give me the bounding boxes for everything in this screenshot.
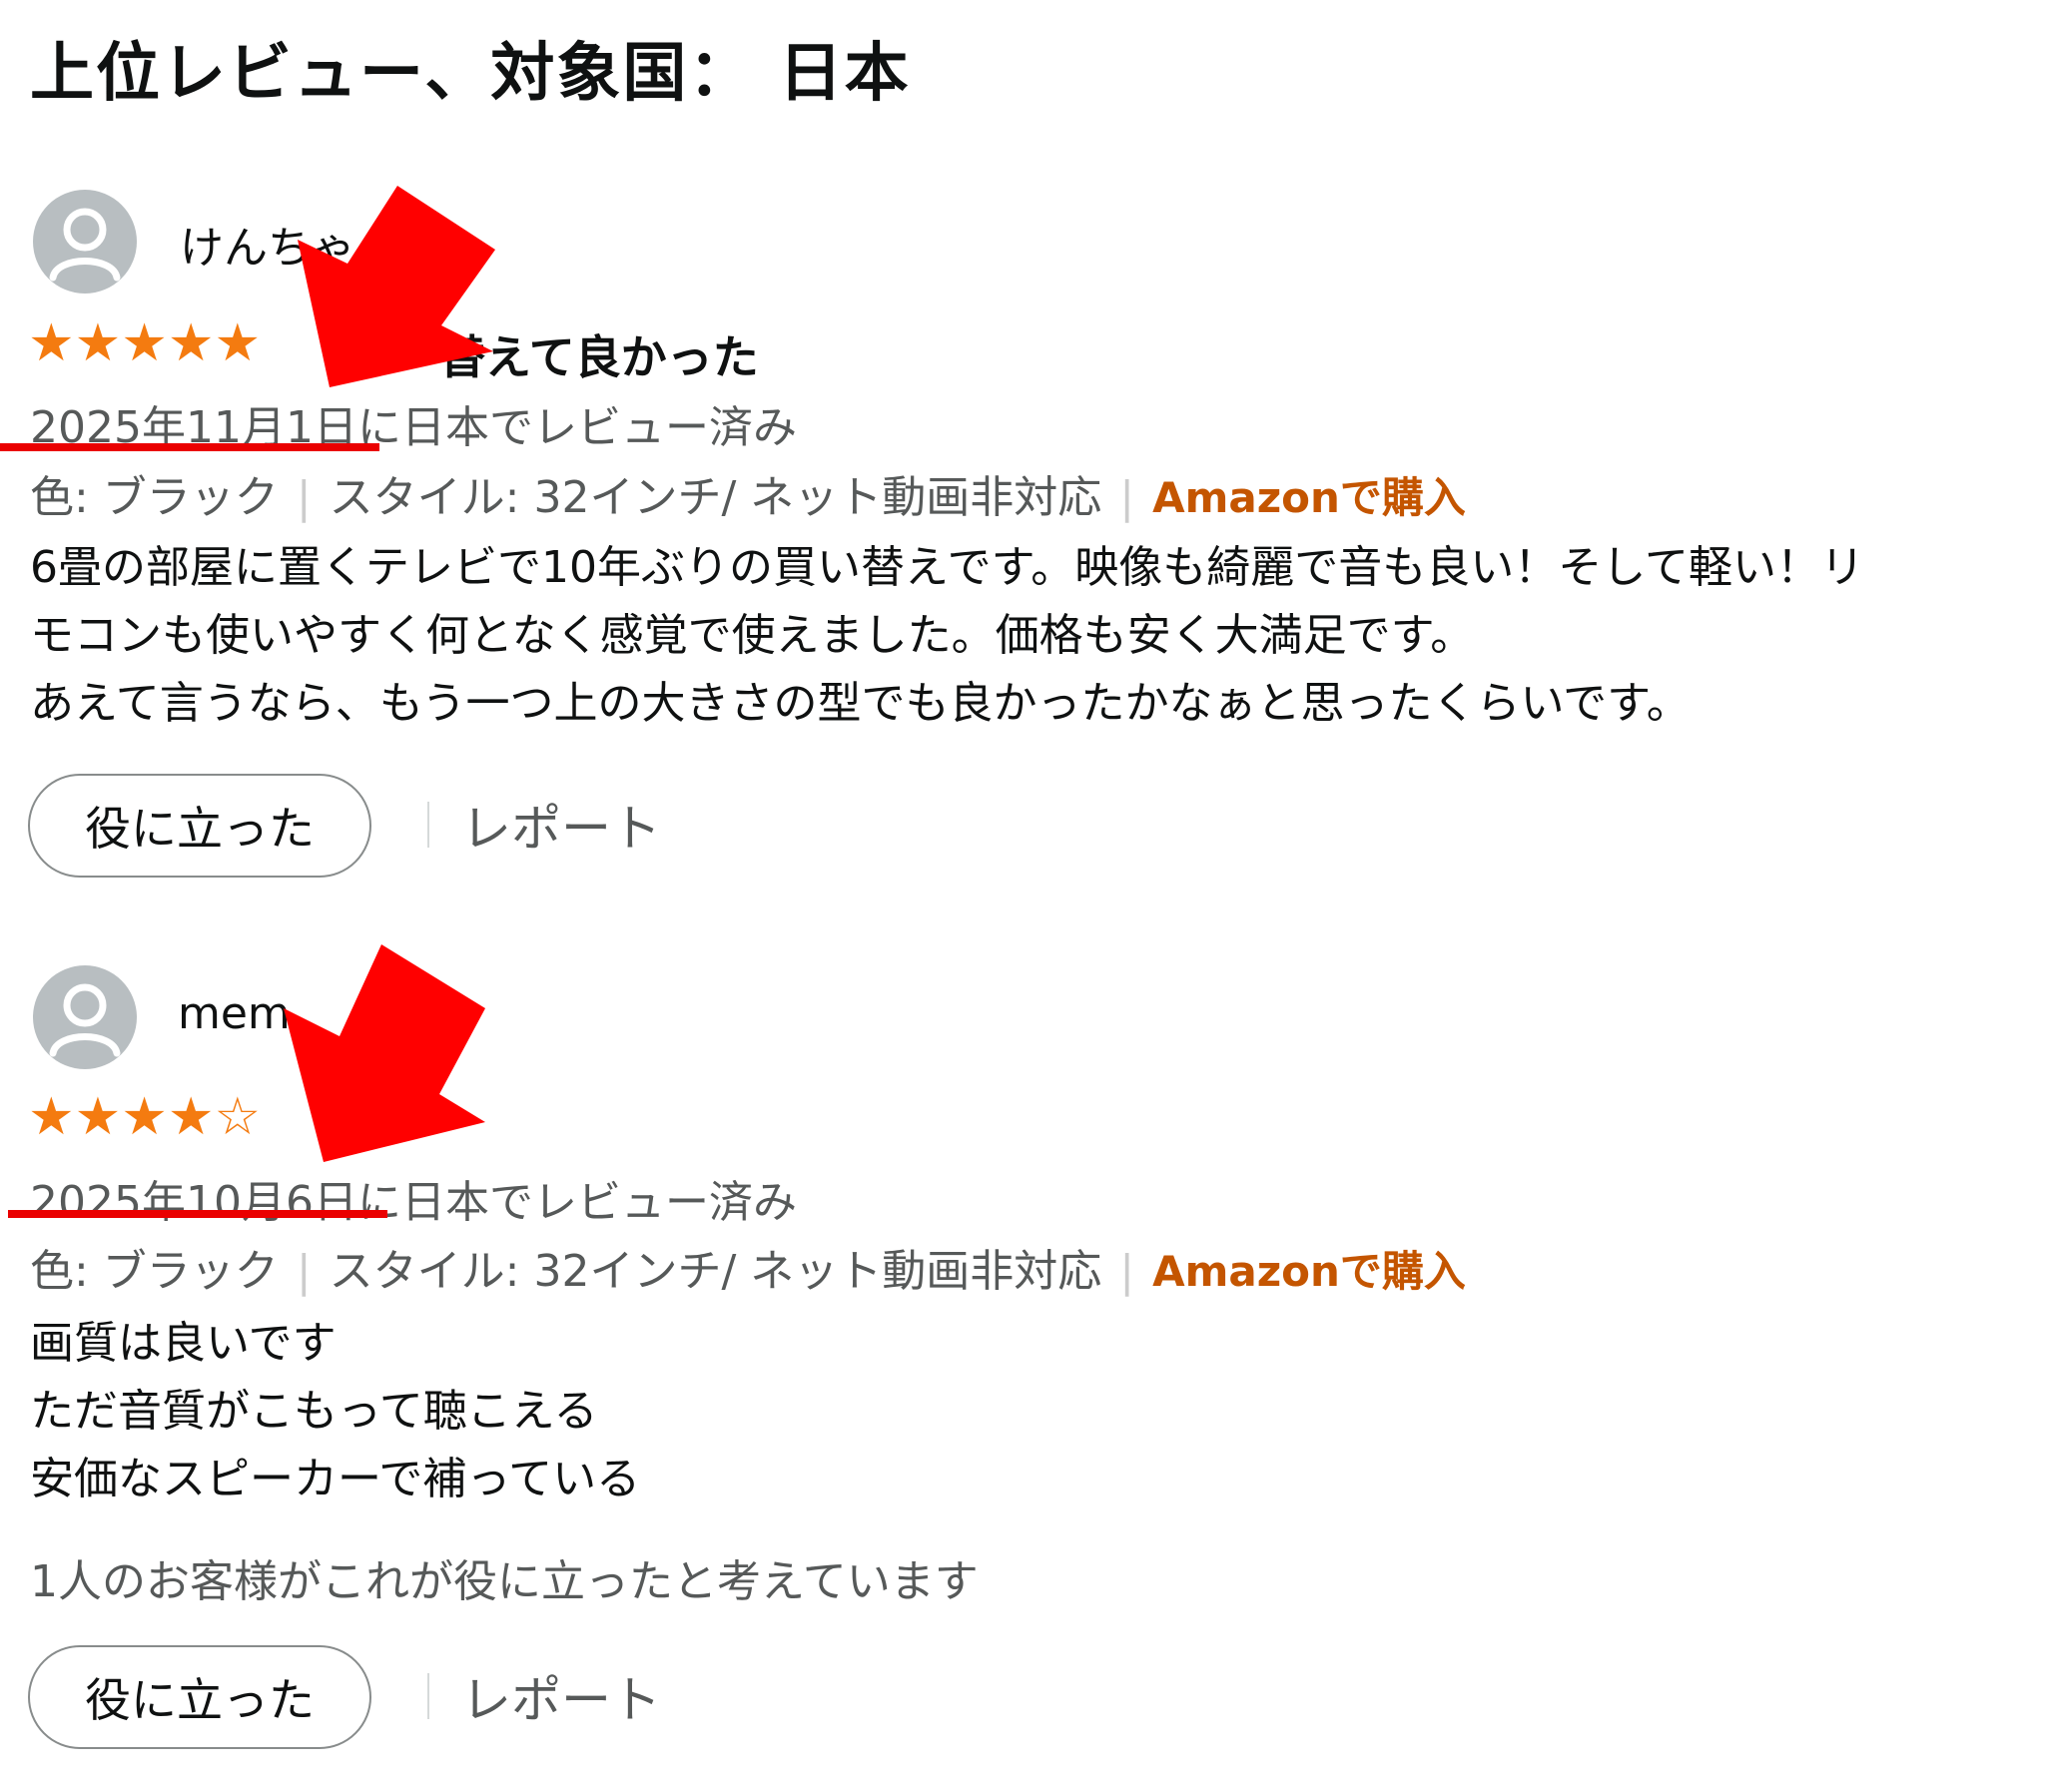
- red-underline-annotation: [8, 1210, 387, 1218]
- page-title: 上位レビュー、対象国： 日本: [30, 37, 911, 111]
- divider: [427, 802, 429, 848]
- divider: [427, 1673, 429, 1719]
- verified-purchase-badge: Amazonで購入: [1152, 1247, 1466, 1296]
- color-variant[interactable]: 色: ブラック: [30, 472, 279, 523]
- empty-star-icon: ☆: [214, 1087, 262, 1147]
- star-rating[interactable]: ★★★★★: [28, 317, 261, 369]
- divider: |: [296, 1246, 312, 1297]
- variant-info: 色: ブラック | スタイル: 32インチ/ ネット動画非対応 | Amazonで購入: [30, 461, 1466, 525]
- avatar-icon[interactable]: [33, 190, 137, 294]
- variant-info: 色: ブラック | スタイル: 32インチ/ ネット動画非対応 | Amazonで購入: [30, 1235, 1466, 1299]
- review-body: 画質は良いです ただ音質がこもって聴こえる 安価なスピーカーで補っている: [30, 1318, 641, 1504]
- style-variant[interactable]: スタイル: 32インチ/ ネット動画非対応: [330, 1246, 1102, 1297]
- verified-purchase-badge: Amazonで購入: [1152, 473, 1466, 522]
- divider: |: [296, 472, 312, 523]
- divider: |: [1119, 1246, 1135, 1297]
- helpful-button[interactable]: 役に立った: [28, 774, 371, 878]
- reviewer-name[interactable]: mem: [178, 988, 291, 1039]
- avatar-icon[interactable]: [33, 965, 137, 1069]
- red-underline-annotation: [0, 443, 379, 451]
- helpful-count: 1人のお客様がこれが役に立ったと考えています: [30, 1556, 979, 1607]
- helpful-button[interactable]: 役に立った: [28, 1645, 371, 1749]
- review-title[interactable]: 替えて良かった: [439, 321, 759, 387]
- star-rating[interactable]: ★★★★☆: [28, 1091, 261, 1143]
- color-variant[interactable]: 色: ブラック: [30, 1246, 279, 1297]
- style-variant[interactable]: スタイル: 32インチ/ ネット動画非対応: [330, 472, 1102, 523]
- divider: |: [1119, 472, 1135, 523]
- review-location: に日本でレビュー済み: [356, 1177, 797, 1228]
- review-date-line: 2025年10月6日に日本でレビュー済み: [30, 1166, 797, 1230]
- filled-stars: ★★★★: [28, 1087, 215, 1147]
- review-location: に日本でレビュー済み: [356, 402, 797, 453]
- report-link[interactable]: レポート: [461, 789, 661, 861]
- review-date: 2025年10月6日: [30, 1177, 357, 1228]
- report-link[interactable]: レポート: [461, 1660, 661, 1732]
- review-body: 6畳の部屋に置くテレビで10年ぶりの買い替えです。映像も綺麗で音も良い！そして軽…: [30, 542, 1864, 729]
- reviewer-name[interactable]: けんちゃ: [180, 212, 355, 276]
